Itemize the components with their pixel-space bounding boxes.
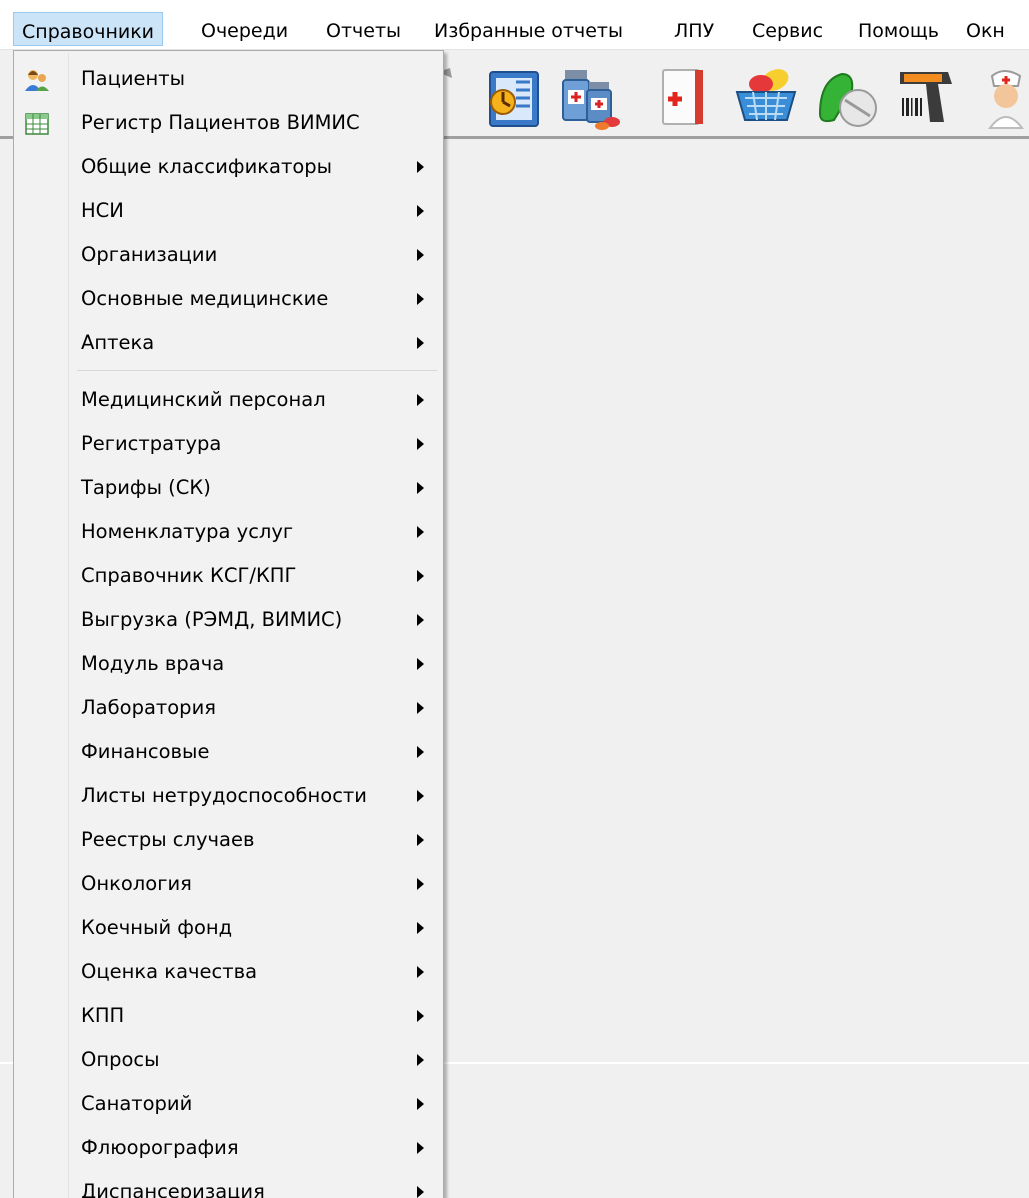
menu-item-label: Оценка качества: [81, 960, 258, 983]
submenu-arrow-icon: [417, 482, 424, 494]
menu-item-label: Лаборатория: [81, 696, 216, 719]
barcode-scanner-icon[interactable]: [894, 62, 964, 132]
menu-item-otsenka-kachestva[interactable]: Оценка качества: [16, 950, 441, 994]
menu-item-registr-patsientov-vimis[interactable]: Регистр Пациентов ВИМИС: [16, 101, 441, 145]
menu-item-label: Тарифы (СК): [81, 476, 211, 499]
menu-item-label: Реестры случаев: [81, 828, 255, 851]
menu-item-label: Листы нетрудоспособности: [81, 784, 367, 807]
menu-item-patsienty[interactable]: Пациенты: [16, 57, 441, 101]
menu-item-label: Флюорография: [81, 1136, 239, 1159]
menu-item-apteka[interactable]: Аптека: [16, 321, 441, 365]
submenu-arrow-icon: [417, 394, 424, 406]
menu-item-meditsinskiy-personal[interactable]: Медицинский персонал: [16, 378, 441, 422]
menu-item-laboratoriya[interactable]: Лаборатория: [16, 686, 441, 730]
dropdown-menu-spravochniki: Пациенты Регистр Пациентов ВИМИС Общие к…: [13, 50, 444, 1198]
submenu-arrow-icon: [417, 658, 424, 670]
menu-item-koechny-fond[interactable]: Коечный фонд: [16, 906, 441, 950]
menu-item-label: Регистратура: [81, 432, 222, 455]
submenu-arrow-icon: [417, 922, 424, 934]
menu-item-label: Санаторий: [81, 1092, 193, 1115]
patients-icon: [24, 67, 50, 93]
submenu-arrow-icon: [417, 1186, 424, 1198]
submenu-arrow-icon: [417, 702, 424, 714]
pharmacy-basket-icon[interactable]: [731, 62, 801, 132]
submenu-arrow-icon: [417, 1098, 424, 1110]
menu-item-label: Регистр Пациентов ВИМИС: [81, 111, 360, 134]
submenu-arrow-icon: [417, 790, 424, 802]
menu-item-reestry-sluchaev[interactable]: Реестры случаев: [16, 818, 441, 862]
submenu-arrow-icon: [417, 337, 424, 349]
menu-item-label: Модуль врача: [81, 652, 225, 675]
menu-item-tarify-sk[interactable]: Тарифы (СК): [16, 466, 441, 510]
menu-item-oprosy[interactable]: Опросы: [16, 1038, 441, 1082]
menu-lpu[interactable]: ЛПУ: [666, 12, 722, 46]
menu-item-label: Диспансеризация: [81, 1180, 265, 1198]
submenu-arrow-icon: [417, 249, 424, 261]
submenu-arrow-icon: [417, 205, 424, 217]
menu-item-sanatoriy[interactable]: Санаторий: [16, 1082, 441, 1126]
menu-item-spravochnik-ksg-kpg[interactable]: Справочник КСГ/КПГ: [16, 554, 441, 598]
menu-item-onkologiya[interactable]: Онкология: [16, 862, 441, 906]
menu-spravochniki[interactable]: Справочники: [13, 12, 164, 46]
submenu-arrow-icon: [417, 1010, 424, 1022]
menu-pomosch[interactable]: Помощь: [850, 12, 947, 46]
menu-item-label: Организации: [81, 243, 218, 266]
menu-item-finansovye[interactable]: Финансовые: [16, 730, 441, 774]
menu-item-registratura[interactable]: Регистратура: [16, 422, 441, 466]
menu-item-label: НСИ: [81, 199, 124, 222]
menu-item-modul-vracha[interactable]: Модуль врача: [16, 642, 441, 686]
menu-item-obshchie-klassifikatory[interactable]: Общие классификаторы: [16, 145, 441, 189]
menu-otchety[interactable]: Отчеты: [318, 12, 409, 46]
menu-item-listy-netrudosposobnosti[interactable]: Листы нетрудоспособности: [16, 774, 441, 818]
menu-item-kpp[interactable]: КПП: [16, 994, 441, 1038]
menu-item-label: Справочник КСГ/КПГ: [81, 564, 297, 587]
menu-item-nsi[interactable]: НСИ: [16, 189, 441, 233]
menu-item-label: КПП: [81, 1004, 125, 1027]
menu-item-label: Финансовые: [81, 740, 210, 763]
submenu-arrow-icon: [417, 161, 424, 173]
menu-item-label: Номенклатура услуг: [81, 520, 294, 543]
menu-item-label: Аптека: [81, 331, 155, 354]
menu-item-label: Выгрузка (РЭМД, ВИМИС): [81, 608, 343, 631]
menu-izbrannye-otchety[interactable]: Избранные отчеты: [426, 12, 631, 46]
medical-book-icon[interactable]: [649, 62, 719, 132]
submenu-arrow-icon: [417, 570, 424, 582]
submenu-arrow-icon: [417, 746, 424, 758]
nurse-icon[interactable]: [980, 62, 1029, 132]
menu-item-label: Медицинский персонал: [81, 388, 326, 411]
table-grid-icon: [24, 111, 50, 137]
submenu-arrow-icon: [417, 834, 424, 846]
menu-item-dispanserizatsiya[interactable]: Диспансеризация: [16, 1170, 441, 1198]
menu-item-label: Общие классификаторы: [81, 155, 333, 178]
menu-item-label: Опросы: [81, 1048, 160, 1071]
menu-okno[interactable]: Окн: [958, 12, 1013, 46]
menu-item-label: Коечный фонд: [81, 916, 233, 939]
submenu-arrow-icon: [417, 878, 424, 890]
medicine-bottles-icon[interactable]: [557, 62, 627, 132]
menu-separator: [77, 370, 437, 371]
menu-bar: Справочники Очереди Отчеты Избранные отч…: [0, 0, 1029, 50]
submenu-arrow-icon: [417, 614, 424, 626]
submenu-arrow-icon: [417, 438, 424, 450]
submenu-arrow-icon: [417, 526, 424, 538]
menu-item-flyuorografiya[interactable]: Флюорография: [16, 1126, 441, 1170]
menu-item-nomenklatura-uslug[interactable]: Номенклатура услуг: [16, 510, 441, 554]
pills-icon[interactable]: [812, 62, 882, 132]
menu-ocheredi[interactable]: Очереди: [193, 12, 296, 46]
submenu-arrow-icon: [417, 1142, 424, 1154]
submenu-arrow-icon: [417, 293, 424, 305]
dashboard-report-icon[interactable]: [476, 62, 546, 132]
menu-item-vygruzka-remd-vimis[interactable]: Выгрузка (РЭМД, ВИМИС): [16, 598, 441, 642]
menu-servis[interactable]: Сервис: [744, 12, 831, 46]
submenu-arrow-icon: [417, 966, 424, 978]
menu-item-label: Онкология: [81, 872, 192, 895]
menu-item-label: Пациенты: [81, 67, 186, 90]
submenu-arrow-icon: [417, 1054, 424, 1066]
menu-item-label: Основные медицинские: [81, 287, 329, 310]
menu-item-organizatsii[interactable]: Организации: [16, 233, 441, 277]
menu-item-osnovnye-meditsinskie[interactable]: Основные медицинские: [16, 277, 441, 321]
